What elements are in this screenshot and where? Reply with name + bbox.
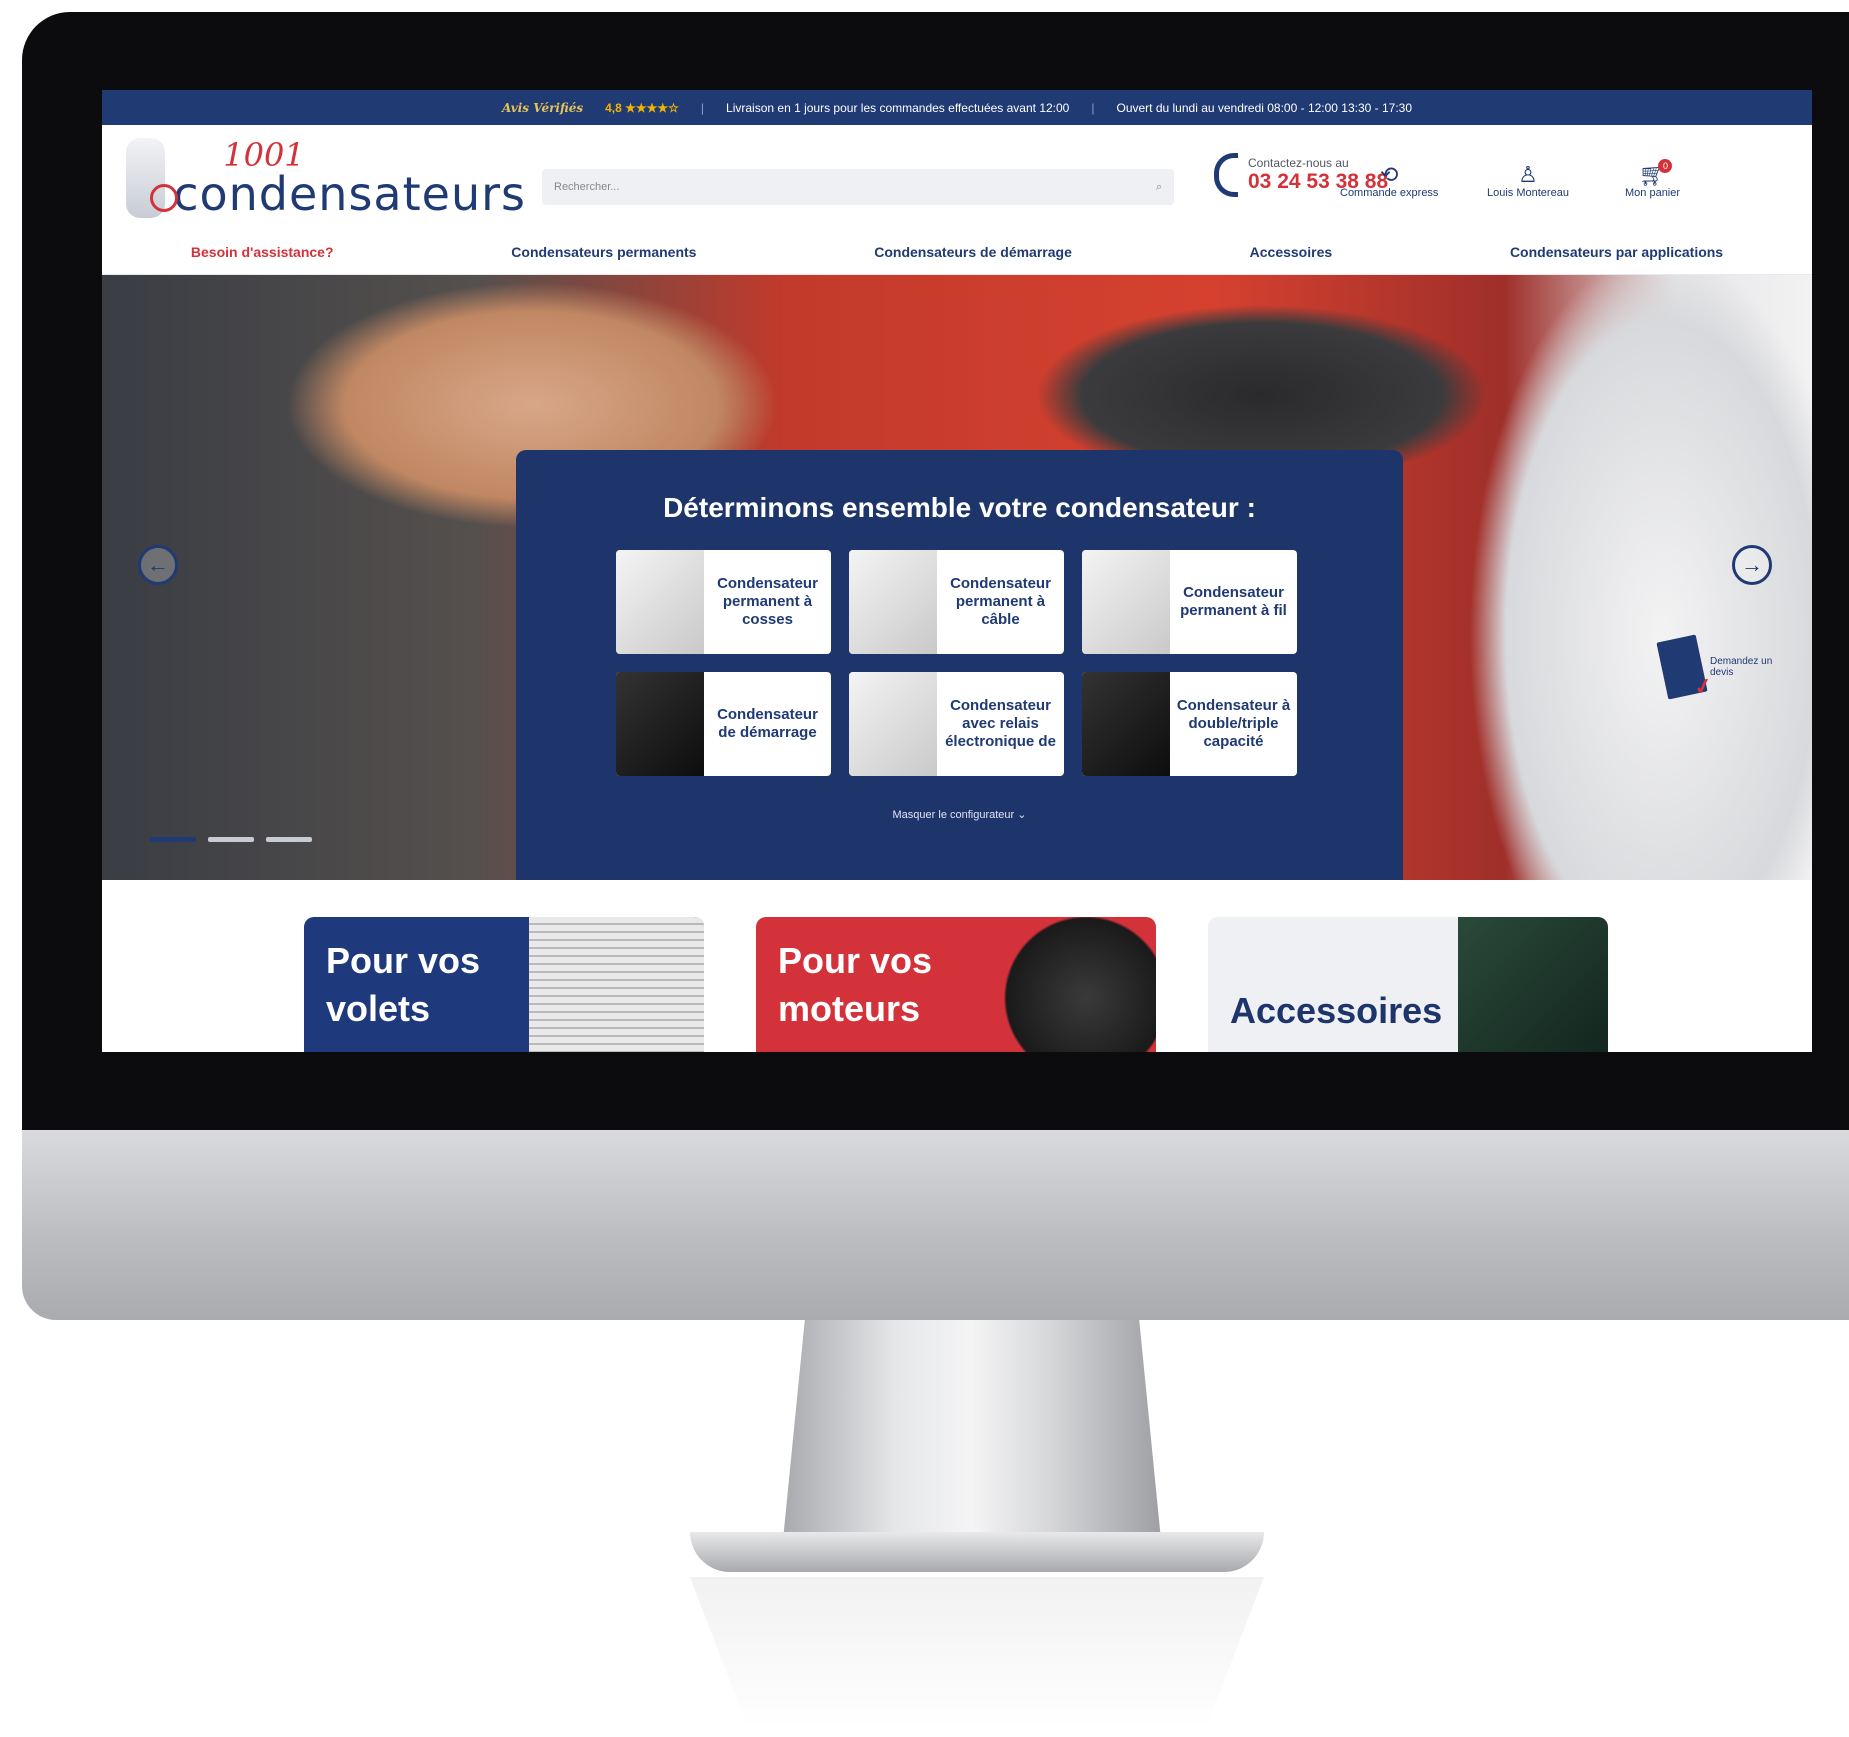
- config-card-label: Condensateur permanent à câble: [950, 575, 1051, 628]
- cart-button[interactable]: 🛒︎ 0 Mon panier: [1625, 159, 1681, 199]
- capacitor-mascot-icon: [126, 137, 179, 218]
- chevron-down-icon: ⌄: [1017, 809, 1027, 821]
- user-icon: ♙: [1518, 162, 1538, 187]
- nav-accessories[interactable]: Accessoires: [1250, 244, 1333, 260]
- separator: |: [700, 100, 705, 115]
- config-card-label: Condensateur de démarrage: [717, 706, 818, 741]
- capacitor-configurator: Déterminons ensemble votre condensateur …: [516, 450, 1403, 880]
- logo-word: condensateurs: [173, 166, 526, 221]
- slider-dot[interactable]: [150, 837, 196, 842]
- slider-dot[interactable]: [208, 837, 254, 842]
- delivery-info: Livraison en 1 jours pour les commandes …: [726, 100, 1070, 115]
- account-label: Louis Montereau: [1487, 187, 1569, 199]
- configurator-grid: Condensateur permanent à cosses Condensa…: [616, 550, 1297, 776]
- config-card-label: Condensateur permanent à cosses: [717, 575, 818, 628]
- config-card-label: Condensateur avec relais électronique de: [945, 697, 1056, 750]
- search-icon[interactable]: ⌕: [1156, 181, 1162, 194]
- category-card-volets[interactable]: Pour vos volets: [304, 917, 704, 1052]
- quote-document-icon: [1656, 634, 1708, 700]
- configurator-title: Déterminons ensemble votre condensateur …: [663, 492, 1256, 523]
- slider-dot[interactable]: [266, 837, 312, 842]
- rating-stars: 4,8 ★★★★☆: [605, 100, 679, 115]
- monitor-reflection: [690, 1577, 1264, 1727]
- nav-by-application[interactable]: Condensateurs par applications: [1510, 244, 1723, 260]
- hero-slider: ← → Déterminons ensemble votre condensat…: [102, 275, 1812, 880]
- slider-dots: [150, 837, 312, 842]
- monitor-chin: [22, 1130, 1849, 1320]
- config-card-label: Condensateur à double/triple capacité: [1176, 697, 1291, 750]
- prev-slide-arrow-icon[interactable]: ←: [138, 545, 178, 585]
- next-slide-arrow-icon[interactable]: →: [1732, 545, 1772, 585]
- capacitor-wire-image: [1082, 550, 1170, 654]
- main-nav: Besoin d'assistance? Condensateurs perma…: [102, 230, 1812, 275]
- quote-label: Demandez un devis: [1710, 656, 1773, 678]
- config-card-permanent-cable[interactable]: Condensateur permanent à câble: [849, 550, 1064, 654]
- account-button[interactable]: ♙ Louis Montereau: [1487, 162, 1569, 200]
- search-input[interactable]: Rechercher...: [554, 181, 1156, 193]
- quote-request-button[interactable]: Demandez un devis: [1656, 634, 1780, 700]
- hide-configurator-label: Masquer le configurateur: [892, 809, 1015, 821]
- top-info-bar: Avis Vérifiés 4,8 ★★★★☆ | Livraison en 1…: [102, 90, 1812, 125]
- nav-start-capacitors[interactable]: Condensateurs de démarrage: [874, 244, 1072, 260]
- capacitor-cosses-image: [616, 550, 704, 654]
- category-cards: Pour vos volets Pour vos moteurs Accesso…: [102, 880, 1812, 1052]
- capacitor-cable-image: [849, 550, 937, 654]
- category-title: Accessoires: [1230, 990, 1443, 1031]
- category-card-moteurs[interactable]: Pour vos moteurs: [756, 917, 1156, 1052]
- site-logo[interactable]: 1001 condensateurs: [126, 135, 526, 221]
- separator: |: [1091, 100, 1095, 115]
- config-card-demarrage[interactable]: Condensateur de démarrage: [616, 672, 831, 776]
- capacitor-relay-image: [849, 672, 937, 776]
- cart-icon: 🛒︎ 0: [1639, 159, 1673, 187]
- capacitor-double-image: [1082, 672, 1170, 776]
- cart-count-badge: 0: [1658, 159, 1673, 173]
- motor-image: [981, 917, 1156, 1052]
- monitor-stand: [782, 1320, 1162, 1550]
- config-card-double-triple[interactable]: Condensateur à double/triple capacité: [1082, 672, 1297, 776]
- avis-verifies-logo[interactable]: Avis Vérifiés: [502, 101, 583, 115]
- hide-configurator-toggle[interactable]: Masquer le configurateur ⌄: [516, 808, 1403, 821]
- cart-label: Mon panier: [1625, 187, 1681, 199]
- config-card-relais[interactable]: Condensateur avec relais électronique de: [849, 672, 1064, 776]
- category-card-accessoires[interactable]: Accessoires: [1208, 917, 1608, 1052]
- express-clock-icon: ⟲: [1380, 162, 1399, 187]
- shutter-image: [529, 917, 704, 1052]
- config-card-permanent-fil[interactable]: Condensateur permanent à fil: [1082, 550, 1297, 654]
- opening-hours: Ouvert du lundi au vendredi 08:00 - 12:0…: [1116, 100, 1413, 115]
- category-title: Pour vos volets: [326, 940, 481, 1029]
- capacitor-start-image: [616, 672, 704, 776]
- category-title: Pour vos moteurs: [778, 940, 933, 1029]
- nav-assistance[interactable]: Besoin d'assistance?: [191, 244, 334, 260]
- config-card-permanent-cosses[interactable]: Condensateur permanent à cosses: [616, 550, 831, 654]
- monitor-base: [690, 1532, 1264, 1572]
- nav-permanent-capacitors[interactable]: Condensateurs permanents: [511, 244, 696, 260]
- phone-icon: [1214, 153, 1238, 197]
- express-order-button[interactable]: ⟲ Commande express: [1340, 162, 1439, 200]
- website-screen: Avis Vérifiés 4,8 ★★★★☆ | Livraison en 1…: [102, 90, 1812, 1052]
- site-header: 1001 condensateurs Rechercher... ⌕ Conta…: [102, 125, 1812, 230]
- express-label: Commande express: [1340, 187, 1439, 199]
- logo-number: 1001: [223, 135, 305, 174]
- search-bar[interactable]: Rechercher... ⌕: [542, 169, 1174, 205]
- config-card-label: Condensateur permanent à fil: [1180, 584, 1287, 619]
